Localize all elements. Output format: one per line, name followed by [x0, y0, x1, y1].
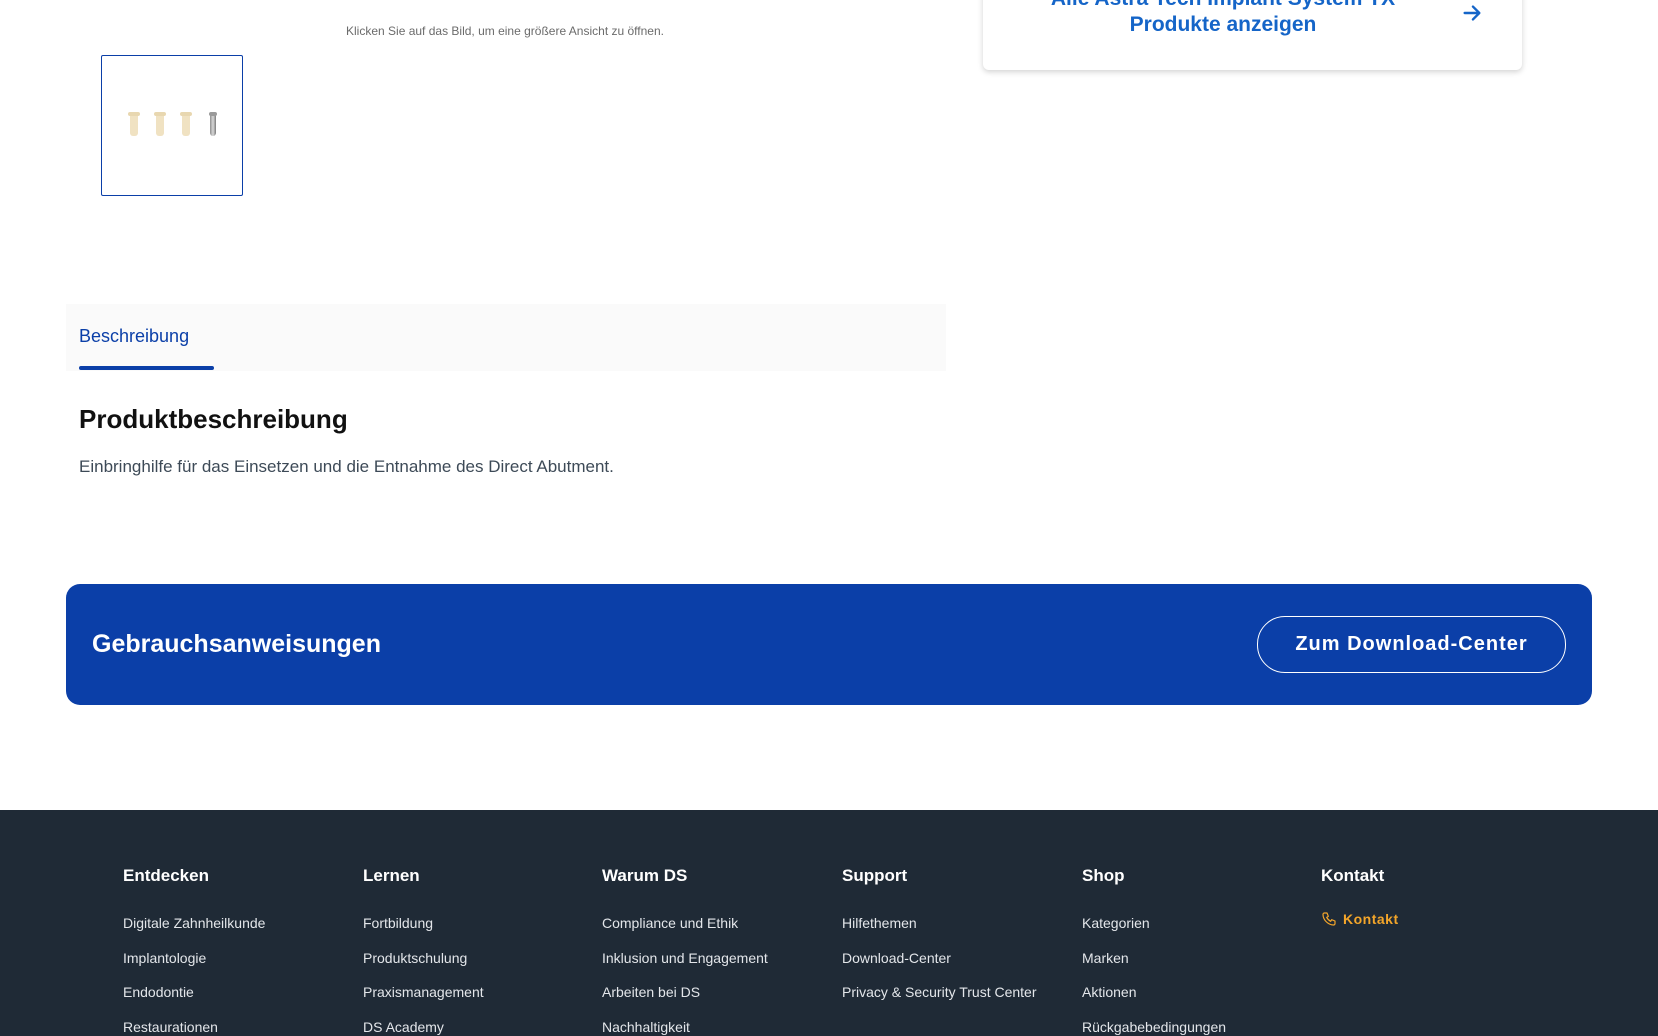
contact-link-label: Kontakt	[1343, 911, 1399, 927]
footer-heading: Shop	[1082, 866, 1125, 885]
footer-column-entdecken: Entdecken Digitale Zahnheilkunde Implant…	[123, 866, 363, 1036]
footer-link[interactable]: Download-Center	[842, 949, 1082, 984]
footer-heading: Entdecken	[123, 866, 209, 885]
footer-link[interactable]: Produktschulung	[363, 949, 603, 984]
footer-heading: Lernen	[363, 866, 420, 885]
footer-link[interactable]: Fortbildung	[363, 914, 603, 949]
footer-column-kontakt: Kontakt Kontakt	[1321, 866, 1521, 927]
instructions-banner: Gebrauchsanweisungen Zum Download-Center	[66, 584, 1592, 705]
phone-icon	[1322, 912, 1336, 926]
footer-link[interactable]: Aktionen	[1082, 983, 1322, 1018]
footer-link[interactable]: Inklusion und Engagement	[602, 949, 842, 984]
related-products-card[interactable]: Alle Astra Tech Implant System TX Produk…	[983, 0, 1522, 70]
footer-link[interactable]: Nachhaltigkeit	[602, 1018, 842, 1036]
footer-link[interactable]: Rückgabebedingungen	[1082, 1018, 1322, 1036]
footer-heading: Warum DS	[602, 866, 688, 885]
footer-column-lernen: Lernen Fortbildung Produktschulung Praxi…	[363, 866, 603, 1036]
footer: Entdecken Digitale Zahnheilkunde Implant…	[0, 810, 1658, 1036]
footer-link[interactable]: Arbeiten bei DS	[602, 983, 842, 1018]
footer-heading: Kontakt	[1321, 866, 1385, 885]
banner-title: Gebrauchsanweisungen	[92, 630, 381, 658]
footer-link[interactable]: Hilfethemen	[842, 914, 1082, 949]
footer-link[interactable]: Praxismanagement	[363, 983, 603, 1018]
download-center-button[interactable]: Zum Download-Center	[1257, 616, 1566, 673]
gallery-hint: Klicken Sie auf das Bild, um eine größer…	[346, 24, 664, 38]
footer-link[interactable]: Restaurationen	[123, 1018, 363, 1036]
arrow-right-icon	[1463, 5, 1481, 21]
contact-link[interactable]: Kontakt	[1321, 911, 1521, 927]
footer-column-shop: Shop Kategorien Marken Aktionen Rückgabe…	[1082, 866, 1322, 1036]
footer-link[interactable]: Marken	[1082, 949, 1322, 984]
footer-link[interactable]: Kategorien	[1082, 914, 1322, 949]
product-thumbnail[interactable]	[101, 55, 243, 196]
related-products-link[interactable]: Alle Astra Tech Implant System TX Produk…	[1023, 0, 1423, 38]
footer-link[interactable]: DS Academy	[363, 1018, 603, 1036]
footer-link[interactable]: Compliance und Ethik	[602, 914, 842, 949]
footer-link[interactable]: Digitale Zahnheilkunde	[123, 914, 363, 949]
footer-link[interactable]: Endodontie	[123, 983, 363, 1018]
active-tab-indicator	[79, 366, 214, 370]
footer-column-support: Support Hilfethemen Download-Center Priv…	[842, 866, 1082, 1018]
footer-link[interactable]: Privacy & Security Trust Center	[842, 983, 1082, 1018]
tab-bar: Beschreibung	[66, 304, 946, 371]
footer-heading: Support	[842, 866, 908, 885]
footer-column-warum-ds: Warum DS Compliance und Ethik Inklusion …	[602, 866, 842, 1036]
description-text: Einbringhilfe für das Einsetzen und die …	[79, 457, 614, 476]
description-title: Produktbeschreibung	[79, 404, 348, 434]
tab-beschreibung[interactable]: Beschreibung	[79, 326, 189, 347]
product-image	[126, 108, 221, 144]
footer-link[interactable]: Implantologie	[123, 949, 363, 984]
